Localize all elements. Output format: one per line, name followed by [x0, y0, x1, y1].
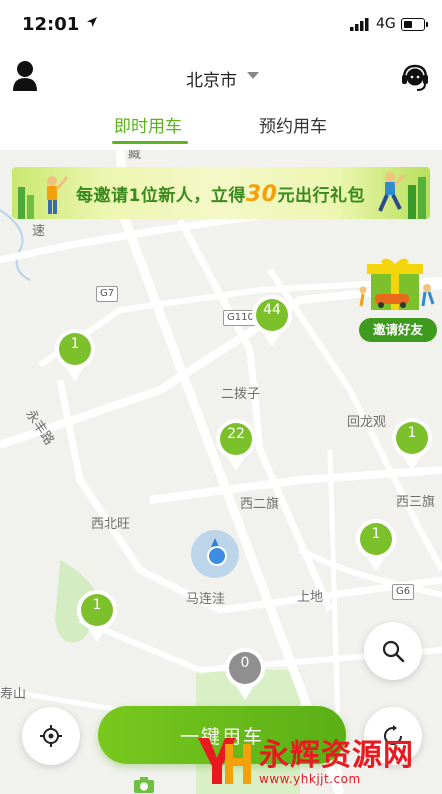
car-count: 1 [407, 425, 417, 441]
map-label: 二拨子 [221, 387, 261, 402]
heading-indicator [211, 538, 219, 547]
car-count: 44 [263, 302, 281, 318]
invite-friends-label: 邀请好友 [359, 318, 437, 342]
car-cluster-pin[interactable]: 44 [249, 293, 295, 349]
car-cluster-pin[interactable]: 0 [222, 646, 268, 702]
map-label: 藏 [125, 150, 140, 160]
invite-friends-widget[interactable]: 邀请好友 [357, 258, 439, 346]
car-count: 22 [227, 426, 245, 442]
car-count: 1 [70, 336, 80, 352]
banner-text-after: 元出行礼包 [277, 186, 365, 206]
banner-text: 每邀请1位新人，立得30元出行礼包 [76, 181, 365, 207]
app-header: 北京市 即时用车 预约用车 [0, 50, 442, 150]
locate-button[interactable] [22, 707, 80, 765]
signal-icon [350, 18, 369, 31]
network-type: 4G [376, 16, 396, 32]
car-cluster-pin[interactable]: 1 [52, 327, 98, 383]
road-shield: G6 [392, 584, 415, 600]
search-icon [382, 640, 405, 663]
city-selector[interactable]: 北京市 [186, 66, 237, 91]
battery-icon [401, 18, 428, 31]
gift-icon [359, 258, 435, 310]
map-label: 西二旗 [240, 497, 280, 512]
map-label: 西北旺 [91, 517, 131, 532]
car-count: 1 [92, 597, 102, 613]
car-cluster-pin[interactable]: 22 [213, 417, 259, 473]
locate-icon [40, 725, 62, 747]
car-cluster-pin[interactable]: 1 [389, 416, 435, 472]
status-time: 12:01 [22, 14, 80, 35]
tab-scheduled-ride[interactable]: 预约用车 [259, 112, 327, 137]
map-label: 速 [32, 224, 46, 239]
banner-figure-left [18, 176, 69, 219]
user-icon[interactable] [12, 60, 38, 92]
banner-amount: 30 [245, 182, 278, 207]
current-location-marker [191, 530, 239, 578]
caret-down-icon[interactable] [247, 72, 259, 79]
status-bar: 12:01 4G [0, 0, 442, 50]
tab-instant-ride[interactable]: 即时用车 [114, 112, 182, 137]
watermark: 永辉资源网 www.yhkjjt.com [195, 730, 441, 794]
camera-icon [134, 777, 154, 793]
customer-service-icon[interactable] [401, 63, 429, 93]
map-label: 西三旗 [396, 495, 436, 510]
location-arrow-icon [87, 17, 97, 27]
car-count: 1 [371, 526, 381, 542]
car-cluster-pin[interactable]: 1 [353, 517, 399, 573]
map-label: 上地 [297, 590, 324, 605]
map-label: 马连洼 [186, 592, 226, 607]
watermark-logo [198, 738, 251, 784]
watermark-url: www.yhkjjt.com [259, 772, 361, 786]
watermark-title: 永辉资源网 [259, 738, 414, 773]
map-label: 寿山 [0, 687, 27, 702]
map-view[interactable]: 藏 速 永丰路 二拨子 回龙观 西二旗 西三旗 西北旺 马连洼 上地 寿山 G7… [0, 150, 442, 794]
banner-figure-right [378, 172, 426, 219]
search-button[interactable] [364, 622, 422, 680]
promo-banner[interactable]: 每邀请1位新人，立得30元出行礼包 [12, 167, 430, 219]
map-label: 回龙观 [347, 415, 387, 430]
car-count: 0 [240, 655, 250, 671]
banner-text-before: 每邀请1位新人，立得 [76, 186, 246, 206]
active-tab-indicator [112, 141, 188, 144]
road-shield: G7 [96, 286, 119, 302]
car-cluster-pin[interactable]: 1 [74, 588, 120, 644]
